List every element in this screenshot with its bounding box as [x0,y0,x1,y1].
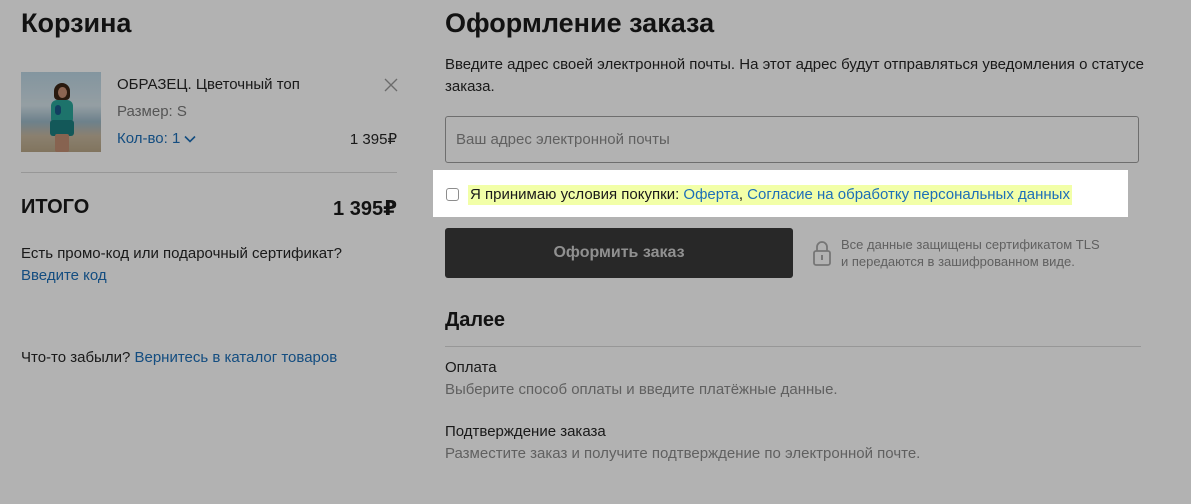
product-price: 1 395₽ [349,131,397,148]
checkout-title: Оформление заказа [445,8,715,38]
consent-link[interactable]: Согласие на обработку персональных данны… [747,186,1070,203]
tls-line-2: и передаются в зашифрованном виде. [841,254,1075,269]
step-payment-title: Оплата [445,359,497,376]
promo-text: Есть промо-код или подарочный сертификат… [21,245,342,262]
total-value: 1 395₽ [333,198,397,220]
step-confirm-title: Подтверждение заказа [445,423,606,440]
next-divider [445,346,1141,347]
close-icon[interactable] [383,77,399,93]
lock-icon [813,241,831,266]
next-steps-title: Далее [445,309,506,331]
forgot-text: Что-то забыли? Вернитесь в каталог товар… [21,349,337,366]
terms-agreement-box: Я принимаю условия покупки: Оферта, Согл… [433,170,1128,217]
cart-divider [21,172,397,173]
tls-line-1: Все данные защищены сертификатом TLS [841,237,1100,252]
chevron-down-icon [184,135,196,143]
quantity-label: Кол-во: 1 [117,130,181,147]
terms-prefix: Я принимаю условия покупки: [470,186,684,203]
forgot-prefix: Что-то забыли? [21,349,135,366]
product-thumbnail[interactable] [21,72,101,152]
catalog-link[interactable]: Вернитесь в каталог товаров [134,349,337,366]
terms-separator: , [738,186,748,203]
terms-text: Я принимаю условия покупки: Оферта, Согл… [468,185,1072,205]
email-input[interactable] [445,116,1139,163]
promo-code-link[interactable]: Введите код [21,267,107,284]
product-size: Размер: S [117,103,187,120]
step-confirm-desc: Разместите заказ и получите подтверждени… [445,445,921,462]
cart-title: Корзина [21,8,132,38]
total-label: ИТОГО [21,196,90,218]
tls-note: Все данные защищены сертификатом TLS и п… [841,236,1100,270]
place-order-button[interactable]: Оформить заказ [445,228,793,278]
quantity-dropdown[interactable]: Кол-во: 1 [117,130,196,147]
step-payment-desc: Выберите способ оплаты и введите платёжн… [445,381,838,398]
product-name[interactable]: ОБРАЗЕЦ. Цветочный топ [117,76,300,93]
overlay-dim-right [1128,170,1191,217]
checkout-page: Корзина ОБРАЗЕЦ. Цветочный топ Размер: S… [0,0,1191,504]
terms-checkbox[interactable] [446,188,459,201]
offer-link[interactable]: Оферта [683,186,738,203]
email-hint: Введите адрес своей электронной почты. Н… [445,56,1145,95]
